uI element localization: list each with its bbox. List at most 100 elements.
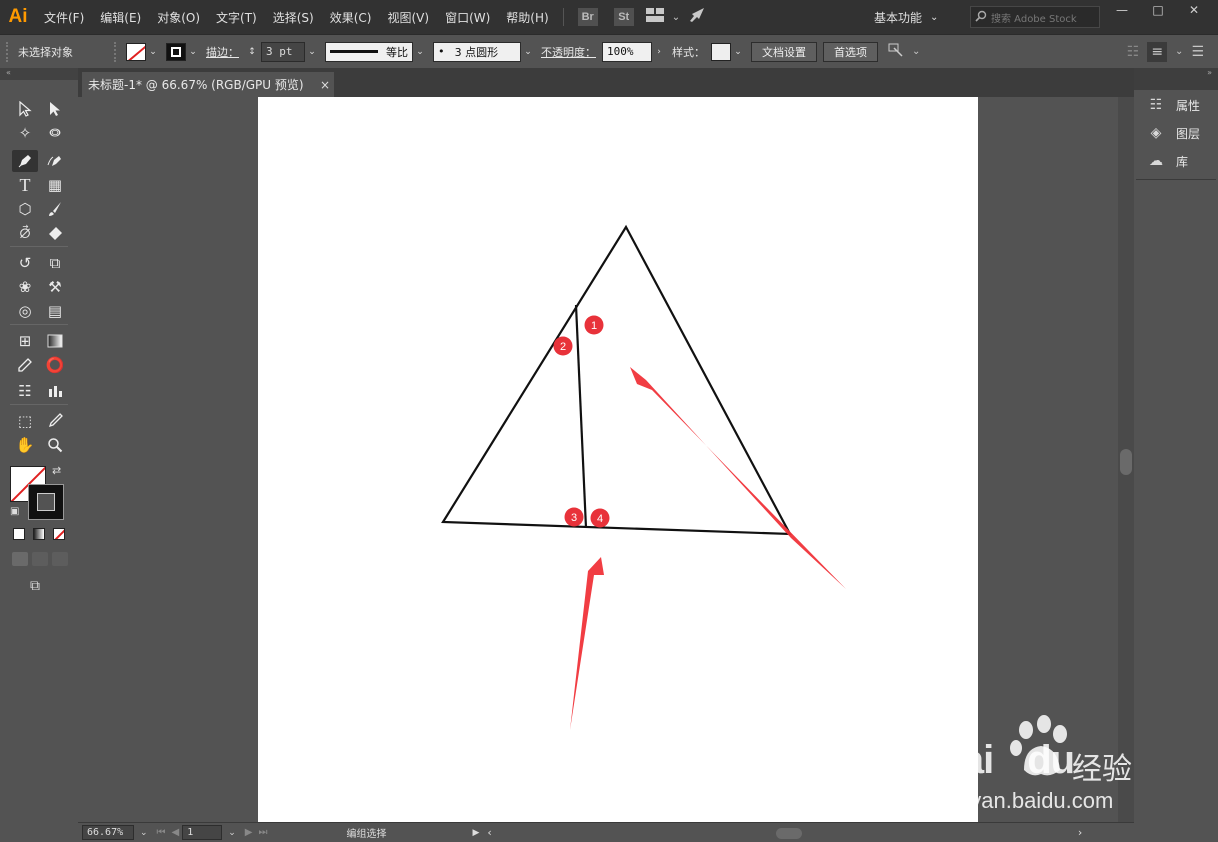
menu-help[interactable]: 帮助(H) <box>498 0 556 34</box>
chevron-down-icon[interactable]: ⌄ <box>912 46 920 57</box>
stroke-profile-select[interactable]: 等比 <box>325 41 413 62</box>
close-icon[interactable]: × <box>320 78 330 92</box>
menu-select[interactable]: 选择(S) <box>265 0 322 34</box>
scrollbar-thumb[interactable] <box>775 827 802 839</box>
zoom-tool-icon[interactable] <box>42 434 68 456</box>
document-setup-button[interactable]: 文档设置 <box>751 41 817 62</box>
stroke-color-swatch[interactable] <box>28 484 64 520</box>
artboard-tool-icon[interactable]: ⬚ <box>12 410 38 432</box>
mesh-tool-icon[interactable]: ⊞ <box>12 330 38 352</box>
panel-grip[interactable] <box>6 41 12 62</box>
menu-file[interactable]: 文件(F) <box>36 0 92 34</box>
bridge-icon[interactable]: Br <box>577 8 598 26</box>
chevron-down-icon[interactable]: ⌄ <box>731 43 745 61</box>
horizontal-scrollbar[interactable] <box>498 826 1078 840</box>
first-artboard-icon[interactable]: ⏮ <box>157 827 166 838</box>
screen-mode-icon[interactable]: ⧉ <box>30 578 40 594</box>
menu-window[interactable]: 窗口(W) <box>437 0 498 34</box>
workspace-switcher[interactable]: 基本功能 ⌄ <box>874 6 938 28</box>
preferences-button[interactable]: 首选项 <box>823 41 878 62</box>
menu-object[interactable]: 对象(O) <box>149 0 208 34</box>
table-grid-tool-icon[interactable]: ▦ <box>42 174 68 196</box>
draw-inside-icon[interactable] <box>52 552 68 566</box>
default-colors-icon[interactable]: ▣ <box>10 506 19 517</box>
fill-swatch[interactable] <box>126 42 146 61</box>
triangle-path[interactable] <box>441 224 792 536</box>
chevron-down-icon[interactable]: ⌄ <box>1175 46 1183 57</box>
hand-tool-icon[interactable]: ✋ <box>12 434 38 456</box>
rocket-icon[interactable] <box>688 7 706 27</box>
menu-view[interactable]: 视图(V) <box>379 0 437 34</box>
last-artboard-icon[interactable]: ⏭ <box>259 827 268 838</box>
chevron-down-icon[interactable]: ⌄ <box>305 43 319 61</box>
magic-wand-tool-icon[interactable]: ✧ <box>12 122 38 144</box>
previous-artboard-icon[interactable]: ◀ <box>172 827 180 838</box>
scroll-left-icon[interactable]: ‹ <box>487 826 491 839</box>
chevron-down-icon[interactable]: ⌄ <box>413 43 427 61</box>
direct-selection-tool-icon[interactable] <box>42 98 68 120</box>
menu-type[interactable]: 文字(T) <box>208 0 265 34</box>
chevron-down-icon[interactable]: ⌄ <box>228 828 236 838</box>
shape-builder-tool-icon[interactable]: ◎ <box>12 300 38 322</box>
arrange-documents-icon[interactable] <box>645 8 664 26</box>
stroke-weight-field[interactable]: 3 pt <box>261 41 305 62</box>
stock-icon[interactable]: St <box>613 8 634 26</box>
pen-tool-icon[interactable] <box>12 150 38 172</box>
chevron-down-icon[interactable]: ⌄ <box>186 43 200 61</box>
selection-tool-icon[interactable] <box>12 98 38 120</box>
puppet-warp-tool-icon[interactable]: ⚒ <box>42 276 68 298</box>
type-tool-icon[interactable]: T <box>12 174 38 196</box>
artboard-number-field[interactable]: 1 <box>182 825 223 840</box>
libraries-panel-tab[interactable]: ☁ 库 <box>1146 150 1188 172</box>
blend-tool-icon[interactable]: ⭕ <box>42 354 68 376</box>
curvature-tool-icon[interactable] <box>42 150 68 172</box>
draw-normal-icon[interactable] <box>12 552 28 566</box>
draw-behind-icon[interactable] <box>32 552 48 566</box>
stock-search-input[interactable]: 搜索 Adobe Stock <box>970 6 1100 28</box>
quick-actions-icon[interactable] <box>888 43 904 61</box>
scroll-right-icon[interactable]: › <box>1078 826 1082 839</box>
opacity-field[interactable]: 100% <box>602 41 652 62</box>
eraser-tool-icon[interactable] <box>42 222 68 244</box>
status-menu-icon[interactable]: ▶ <box>473 828 480 838</box>
next-artboard-icon[interactable]: ▶ <box>245 827 253 838</box>
panel-dock-header[interactable]: » <box>1134 68 1218 90</box>
layers-panel-tab[interactable]: ◈ 图层 <box>1146 122 1200 144</box>
divider-path[interactable] <box>574 304 588 529</box>
artwork[interactable]: 1 2 3 4 <box>258 97 978 822</box>
eyedropper-tool-icon[interactable] <box>12 354 38 376</box>
none-mode-button[interactable] <box>53 528 65 540</box>
properties-panel-tab[interactable]: ☷ 属性 <box>1146 94 1200 116</box>
close-button[interactable]: ✕ <box>1176 0 1212 20</box>
warp-tool-icon[interactable]: ❀ <box>12 276 38 298</box>
slice-tool-icon[interactable] <box>42 410 68 432</box>
scrollbar-thumb[interactable] <box>1120 449 1132 475</box>
swap-colors-icon[interactable]: ⇄ <box>52 464 61 477</box>
minimize-button[interactable]: — <box>1104 0 1140 20</box>
scale-tool-icon[interactable]: ⧉ <box>42 252 68 274</box>
chevron-right-icon[interactable]: › <box>652 43 666 61</box>
document-tab[interactable]: 未标题-1* @ 66.67% (RGB/GPU 预览) × <box>82 72 334 97</box>
shaper-tool-icon[interactable]: ⦳ <box>12 222 38 244</box>
color-mode-button[interactable] <box>13 528 25 540</box>
opacity-label[interactable]: 不透明度： <box>541 44 596 60</box>
graphic-style-swatch[interactable] <box>711 42 731 61</box>
menu-edit[interactable]: 编辑(E) <box>92 0 149 34</box>
lasso-tool-icon[interactable]: ⭖ <box>42 122 68 144</box>
perspective-grid-tool-icon[interactable]: ▤ <box>42 300 68 322</box>
gradient-mode-button[interactable] <box>33 528 45 540</box>
chevron-down-icon[interactable]: ⌄ <box>521 43 535 61</box>
align-icon[interactable]: ≡ <box>1147 41 1168 62</box>
zoom-field[interactable]: 66.67% <box>82 825 134 840</box>
chevron-down-icon[interactable]: ⌄ <box>146 43 160 61</box>
maximize-button[interactable]: □ <box>1140 0 1176 20</box>
gradient-tool-icon[interactable] <box>42 330 68 352</box>
artboard[interactable]: 1 2 3 4 <box>258 97 978 822</box>
stroke-swatch[interactable] <box>166 42 186 61</box>
chevron-down-icon[interactable]: ⌄ <box>140 828 148 838</box>
menu-effect[interactable]: 效果(C) <box>322 0 380 34</box>
toolbox-header[interactable]: « <box>0 68 78 80</box>
column-graph-tool-icon[interactable] <box>42 380 68 402</box>
stepper-icon[interactable]: ↕ <box>245 43 259 61</box>
brush-select[interactable]: • 3 点圆形 <box>433 41 521 62</box>
